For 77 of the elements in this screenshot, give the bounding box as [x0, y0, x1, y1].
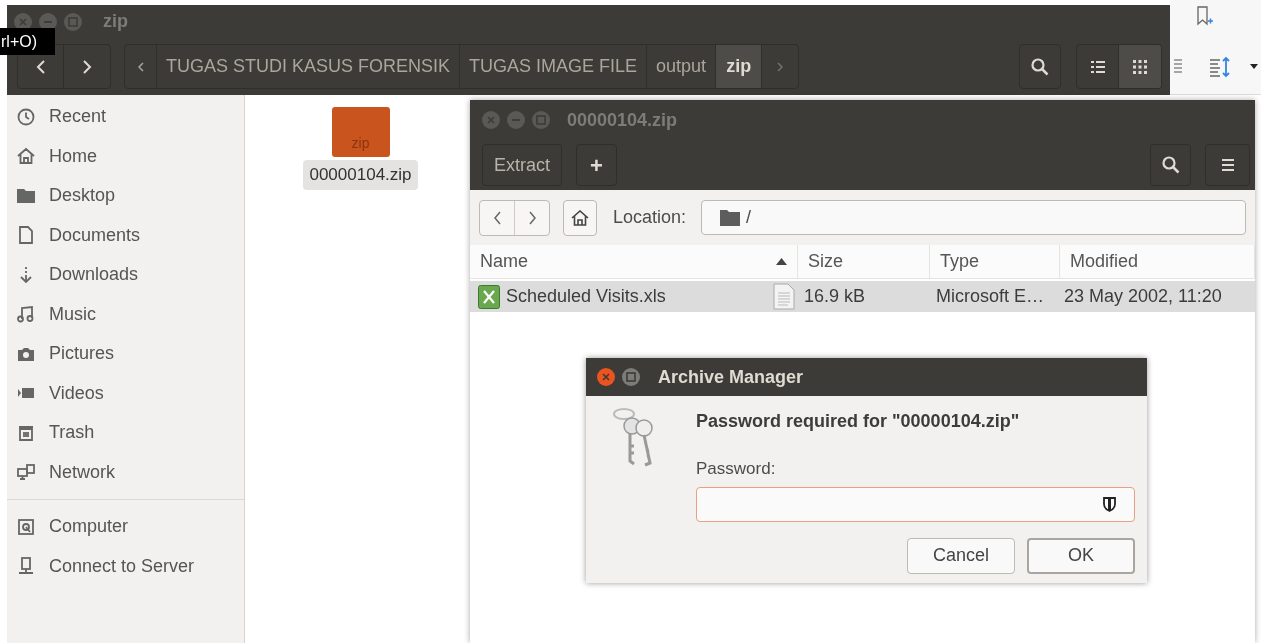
file-size: 16.9 kB — [803, 285, 867, 308]
column-header[interactable]: Modified — [1060, 245, 1255, 278]
sidebar-item[interactable]: Videos — [7, 373, 244, 413]
search-icon — [1161, 156, 1180, 174]
dialog-heading: Password required for "00000104.zip" — [696, 410, 1021, 433]
sidebar-item[interactable]: Desktop — [7, 176, 244, 216]
sidebar-item[interactable]: Computer — [7, 507, 244, 547]
window-title: zip — [103, 10, 128, 33]
window-title: 00000104.zip — [567, 108, 678, 132]
column-header[interactable]: Size — [798, 245, 930, 278]
home-icon — [571, 209, 589, 226]
download-icon — [17, 265, 35, 284]
trash-icon — [17, 423, 35, 442]
path-button[interactable]: zip — [716, 45, 763, 88]
chevron-left-icon — [35, 58, 46, 75]
location-path: / — [746, 206, 752, 229]
grid-view-button[interactable] — [1119, 45, 1161, 88]
column-header[interactable]: Name — [470, 245, 798, 278]
file-name: Scheduled Visits.xls — [506, 285, 667, 308]
clock-icon — [17, 107, 35, 126]
bookmark-icon[interactable] — [1196, 6, 1214, 26]
document-icon — [773, 283, 795, 310]
list-icon — [1090, 60, 1105, 73]
password-label: Password: — [696, 458, 777, 480]
cancel-button[interactable]: Cancel — [907, 537, 1015, 574]
window-controls-icon[interactable] — [596, 367, 642, 387]
menu-button[interactable] — [1205, 144, 1250, 186]
location-label: Location: — [613, 206, 687, 229]
folder-icon — [720, 209, 741, 226]
sidebar-item[interactable]: Home — [7, 136, 244, 176]
list-icon[interactable] — [1174, 58, 1182, 76]
network-icon — [17, 463, 35, 482]
file-modified: 23 May 2002, 11:20 — [1063, 285, 1223, 308]
ok-button[interactable]: OK — [1027, 537, 1135, 574]
document-icon — [17, 226, 35, 245]
path-button[interactable]: TUGAS IMAGE FILE — [460, 45, 648, 88]
drive-icon — [17, 517, 35, 536]
file-type: Microsoft E… — [935, 285, 1046, 308]
chevron-left-icon — [492, 209, 502, 226]
add-button[interactable]: + — [576, 144, 617, 186]
password-field[interactable] — [696, 486, 1135, 522]
sidebar-item[interactable]: Recent — [7, 97, 244, 137]
sidebar-item[interactable]: Documents — [7, 215, 244, 255]
menu-icon — [1220, 158, 1235, 172]
file-row[interactable]: Scheduled Visits.xls 16.9 kB Microsoft E… 23 May 2002, 11:20 — [470, 281, 1255, 312]
extract-button[interactable]: Extract — [482, 144, 562, 186]
grid-icon — [1133, 59, 1147, 74]
shield-icon — [1103, 496, 1116, 512]
caret-icon[interactable] — [1250, 64, 1258, 70]
column-header[interactable]: Type — [930, 245, 1060, 278]
window-controls-icon[interactable] — [13, 11, 85, 32]
sort-icon[interactable] — [1208, 55, 1232, 79]
sidebar-item[interactable]: Connect to Server — [7, 546, 244, 586]
location-field[interactable]: / — [701, 200, 1246, 235]
chevron-left-icon — [137, 61, 144, 72]
sidebar-item[interactable]: Trash — [7, 413, 244, 453]
chevron-right-icon — [777, 61, 784, 72]
home-icon — [17, 147, 35, 166]
music-icon — [17, 305, 35, 324]
search-icon — [1031, 57, 1049, 76]
tooltip: rl+O) — [0, 28, 55, 55]
spreadsheet-icon — [478, 284, 500, 309]
chevron-right-icon — [527, 209, 537, 226]
sidebar-item[interactable]: Pictures — [7, 334, 244, 374]
sidebar-item[interactable]: Music — [7, 294, 244, 334]
home-button[interactable] — [563, 199, 597, 236]
sidebar-item[interactable]: Downloads — [7, 255, 244, 295]
sidebar-item[interactable]: Network — [7, 452, 244, 492]
folder-icon — [17, 186, 35, 205]
file-name[interactable]: 00000104.zip — [303, 160, 418, 190]
server-icon — [17, 557, 35, 576]
search-button[interactable] — [1150, 144, 1191, 186]
chevron-right-icon — [82, 58, 92, 75]
window-title: Archive Manager — [658, 365, 804, 389]
search-button[interactable] — [1019, 44, 1061, 89]
path-button[interactable]: TUGAS STUDI KASUS FORENSIK — [157, 45, 461, 88]
window-controls-icon[interactable] — [481, 110, 553, 130]
